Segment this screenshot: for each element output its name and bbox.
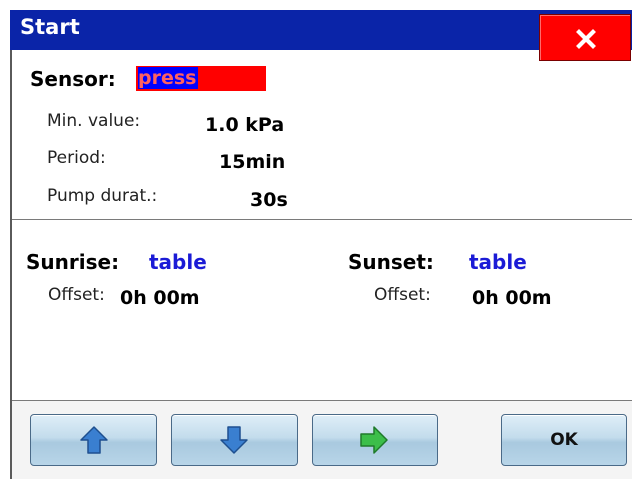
sunrise-offset-value[interactable]: 0h 00m [120,287,200,309]
start-dialog-screen: Start Sensor: press Min. value: 1.0 kPa … [0,0,632,479]
ok-button[interactable]: OK [501,414,627,466]
sensor-label: Sensor: [30,67,116,91]
scroll-up-button[interactable] [30,414,157,466]
section-divider [12,219,632,220]
next-button[interactable] [312,414,438,466]
sunset-offset-value[interactable]: 0h 00m [472,287,552,309]
sunrise-label: Sunrise: [26,250,120,274]
ok-button-label: OK [550,430,578,450]
sunrise-value[interactable]: table [149,250,207,274]
pump-duration-label: Pump durat.: [47,186,158,206]
scroll-down-button[interactable] [171,414,298,466]
min-value-label: Min. value: [47,111,141,131]
close-icon [576,29,596,49]
sensor-value-field[interactable]: press [136,66,266,91]
close-button[interactable] [539,14,631,61]
sunrise-offset-label: Offset: [48,285,105,305]
arrow-up-icon [80,426,108,454]
sunset-offset-label: Offset: [374,285,431,305]
sunset-label: Sunset: [348,250,434,274]
sensor-value: press [138,67,199,89]
arrow-down-icon [220,426,248,454]
sunset-value[interactable]: table [469,250,527,274]
period-label: Period: [47,148,106,168]
min-value-value[interactable]: 1.0 kPa [205,114,284,136]
arrow-right-icon [360,426,388,454]
pump-duration-value[interactable]: 30s [250,189,288,211]
period-value[interactable]: 15min [219,151,285,173]
window-title: Start [20,15,80,39]
